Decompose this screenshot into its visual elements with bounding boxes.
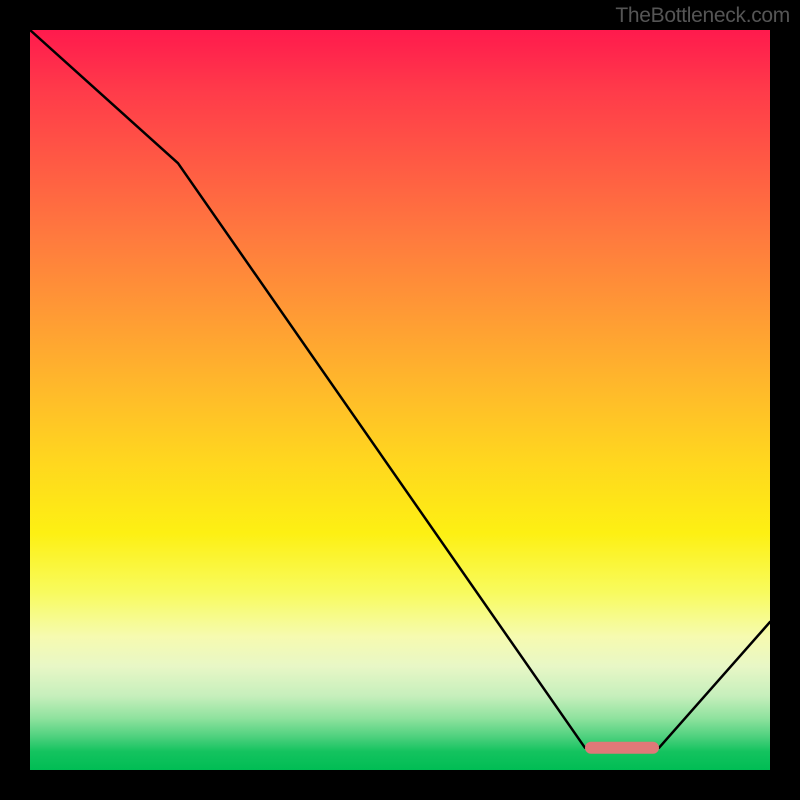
plot-area — [30, 30, 770, 770]
curve-svg — [30, 30, 770, 770]
optimal-marker — [585, 742, 659, 754]
watermark-label: TheBottleneck.com — [615, 4, 790, 28]
main-curve — [30, 30, 770, 748]
chart-container: TheBottleneck.com — [0, 0, 800, 800]
